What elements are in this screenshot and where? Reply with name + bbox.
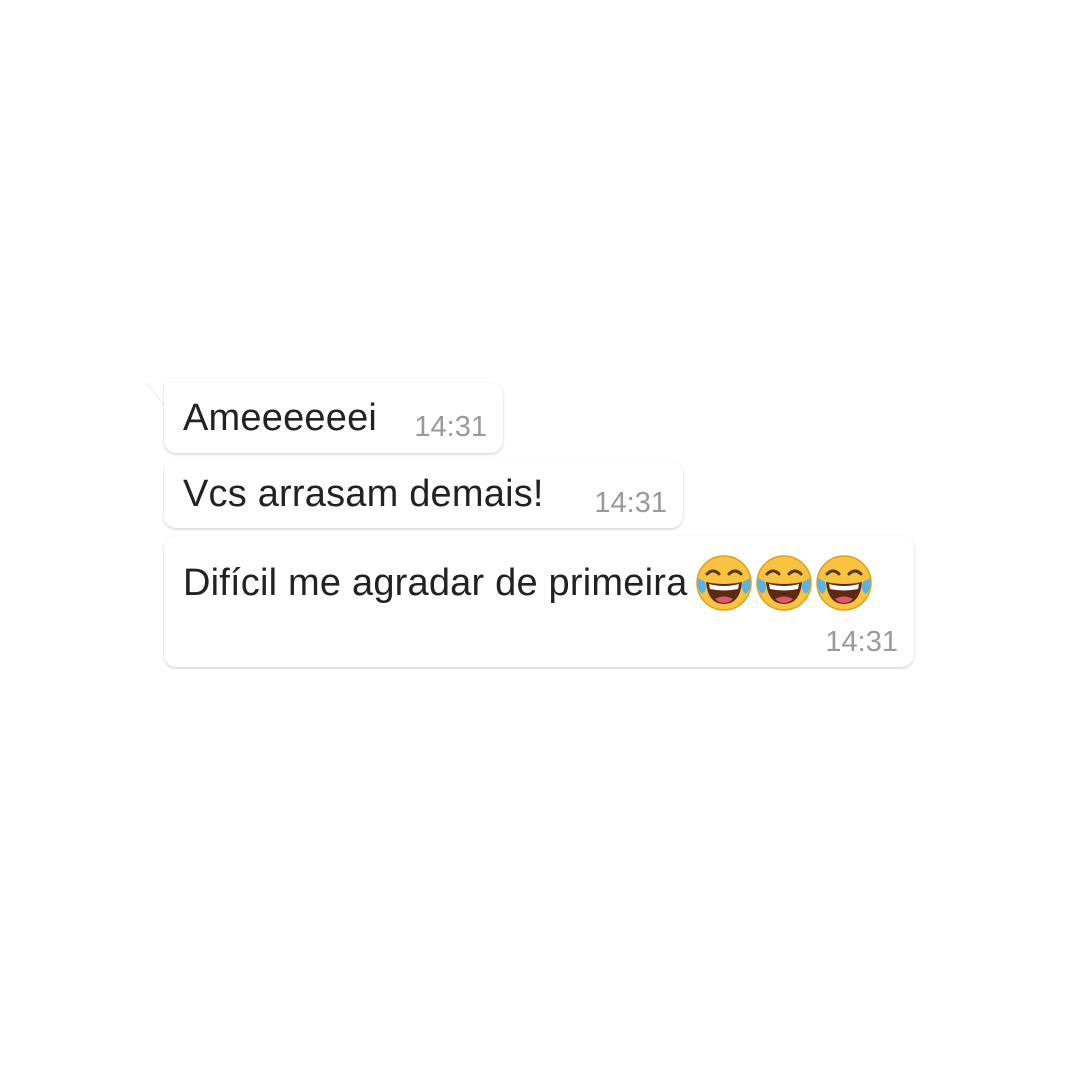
message-bubble[interactable]: Difícil me agradar de primeira 14:31 (164, 536, 914, 667)
message-text: Difícil me agradar de primeira (183, 562, 688, 605)
message-text: Vcs arrasam demais! (183, 473, 544, 515)
message-bubble[interactable]: Vcs arrasam demais! 14:31 (164, 460, 683, 528)
face-with-tears-of-joy-icon (815, 554, 873, 612)
face-with-tears-of-joy-icon (695, 554, 753, 612)
message-timestamp: 14:31 (825, 626, 898, 658)
message-text-line: Difícil me agradar de primeira (183, 554, 873, 614)
message-timestamp: 14:31 (594, 487, 667, 519)
emoji-group (695, 554, 873, 612)
message-timestamp: 14:31 (414, 411, 487, 443)
chat-area: Ameeeeeei 14:31 Vcs arrasam demais! 14:3… (0, 0, 1080, 1080)
message-bubble[interactable]: Ameeeeeei 14:31 (164, 383, 503, 453)
message-text: Ameeeeeei (183, 397, 378, 439)
face-with-tears-of-joy-icon (755, 554, 813, 612)
